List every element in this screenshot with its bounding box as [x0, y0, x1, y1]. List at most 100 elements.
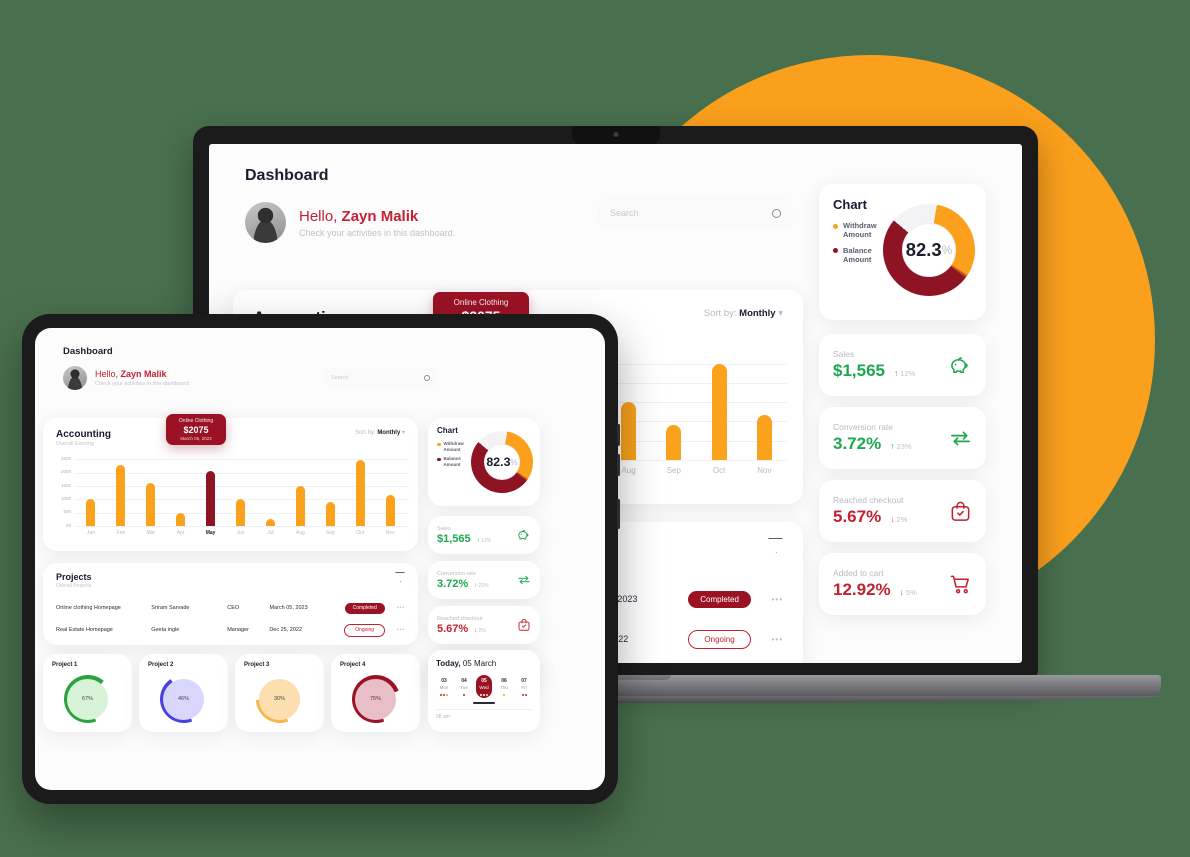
chevron-down-icon[interactable]: ▾ [778, 308, 783, 319]
tablet-power-button[interactable] [617, 499, 620, 529]
stat-delta-value: 2% [894, 515, 908, 524]
chart-y-tick: 1500 [60, 482, 71, 488]
project-progress-card[interactable]: Project 2 46% [139, 654, 228, 732]
stat-card-conversion-rate[interactable]: Conversion rate 3.72% ↑ 23% [819, 407, 986, 469]
donut-chart: 82.3% [883, 204, 975, 296]
stat-value-row: 5.67% ↓ 2% [833, 507, 907, 527]
stat-delta: ↓ 5% [900, 587, 917, 597]
legend-label-line1: Withdraw [843, 221, 877, 230]
tablet-volume-up-button[interactable] [617, 424, 620, 446]
status-badge[interactable]: Ongoing [344, 623, 385, 637]
event-dot [463, 694, 465, 696]
row-menu-icon[interactable]: ••• [385, 627, 405, 633]
table-row[interactable]: Real Estate Homepage Geeta ingle Manager De… [56, 619, 405, 641]
project-progress-card[interactable]: Project 1 67% [43, 654, 132, 732]
project-progress-card[interactable]: Project 3 30% [235, 654, 324, 732]
legend-color-dot [833, 248, 838, 254]
tablet-volume-down-button[interactable] [617, 454, 620, 476]
row-menu-icon[interactable]: ••• [751, 595, 783, 604]
project-progress-card[interactable]: Project 4 75% [331, 654, 420, 732]
tablet-breadcrumb: Dashboard [63, 346, 113, 357]
chart-bar[interactable] [666, 425, 682, 460]
legend-label: Balance Amount [444, 456, 461, 467]
calendar-day-selected[interactable]: 05 Wed [476, 675, 492, 698]
accounting-card: Accounting Overall Earning Sort by: Mont… [43, 414, 418, 551]
chart-x-tick: Oct [712, 466, 726, 475]
search-bar[interactable]: Search [598, 198, 793, 228]
stat-card-reached-checkout[interactable]: Reached checkout 5.67% ↓ 2% [819, 480, 986, 542]
stat-card-reached-checkout[interactable]: Reached checkout 5.67% ↓ 2% [428, 606, 540, 644]
filter-funnel-icon[interactable] [768, 538, 783, 553]
stat-card-text: Sales $1,565 ↑ 12% [833, 349, 915, 381]
calendar-day[interactable]: 07 Fri [516, 675, 532, 698]
chart-x-tick: Mar [146, 530, 156, 536]
status-badge[interactable]: Completed [344, 602, 385, 614]
search-bar[interactable]: Search [323, 368, 438, 388]
chart-x-tick: Jan [86, 530, 95, 536]
project-card-title: Project 1 [52, 662, 78, 668]
chart-gridline [76, 526, 408, 527]
legend-label-line2: Amount [443, 461, 461, 467]
chart-bar[interactable] [206, 470, 216, 526]
chart-bar[interactable] [265, 519, 275, 526]
legend-label: Withdraw Amount [444, 441, 464, 452]
chart-bar[interactable] [295, 486, 305, 526]
chart-bar[interactable] [385, 494, 395, 526]
stat-delta-value: 23% [477, 582, 489, 589]
calendar-day-event-dots [456, 692, 472, 696]
project-date: March 05, 2023 [269, 605, 308, 611]
calendar-day-name: Fri [521, 685, 527, 690]
calendar-day[interactable]: 06 Thu [496, 675, 512, 698]
status-badge[interactable]: Ongoing [688, 629, 751, 649]
calendar-scroll-indicator[interactable] [473, 702, 495, 704]
chart-bar[interactable] [146, 483, 156, 526]
search-input[interactable]: Search [610, 208, 639, 218]
chart-bar[interactable] [325, 502, 335, 526]
row-menu-icon[interactable]: ••• [751, 635, 783, 644]
search-icon[interactable] [424, 375, 430, 381]
calendar-day-event-dots [476, 692, 492, 696]
stat-card-sales[interactable]: Sales $1,565 ↑ 12% [819, 334, 986, 396]
search-input[interactable]: Search [331, 375, 348, 381]
calendar-day[interactable]: 03 Mon [436, 675, 452, 698]
avatar [245, 202, 286, 243]
project-card-title: Project 4 [340, 662, 366, 668]
table-row[interactable]: Online clothing Homepage Sriram Sarvade CE… [56, 597, 405, 619]
chart-y-tick: 500 [63, 509, 71, 515]
sort-by-control[interactable]: Sort by: Monthly ▾ [355, 429, 405, 436]
stat-delta-value: 2% [477, 627, 486, 634]
stat-value: 3.72% [437, 577, 469, 590]
row-menu-icon[interactable]: ••• [385, 605, 405, 611]
stat-delta: ↑ 12% [477, 538, 491, 544]
chart-bar[interactable] [116, 464, 126, 526]
sort-by-value: Monthly [377, 430, 401, 436]
chart-y-tick: 00 [65, 522, 71, 528]
sort-by-control[interactable]: Sort by: Monthly ▾ [704, 308, 783, 319]
stat-value: $1,565 [833, 361, 885, 380]
status-badge[interactable]: Completed [688, 590, 751, 608]
projects-subtitle: Overall Projects [56, 583, 92, 589]
donut-center: 82.3% [903, 224, 955, 276]
project-progress-card-list: Project 1 67% Project 2 46% Project 3 30% Proj… [43, 654, 423, 732]
stat-card-sales[interactable]: Sales $1,565 ↑ 12% [428, 516, 540, 554]
chart-bar[interactable] [355, 459, 365, 526]
chart-bar[interactable] [621, 402, 637, 460]
chart-bar[interactable] [711, 364, 727, 460]
stat-card-text: Conversion rate 3.72% ↑ 23% [833, 422, 912, 454]
stat-card-added-to-cart[interactable]: Added to cart 12.92% ↓ 5% [819, 553, 986, 615]
stat-card-conversion-rate[interactable]: Conversion rate 3.72% ↑ 23% [428, 561, 540, 599]
tablet-dashboard: Dashboard Hello, Zayn Malik Check your a… [35, 328, 605, 790]
search-icon[interactable] [772, 208, 781, 218]
chart-bar[interactable] [176, 513, 186, 526]
filter-funnel-icon[interactable] [395, 572, 405, 582]
chart-bar[interactable] [86, 499, 96, 526]
chart-bar[interactable] [756, 414, 772, 460]
sort-by-label: Sort by: [354, 430, 376, 436]
tooltip-label: Online Clothing [453, 298, 509, 307]
project-role: Manager [227, 627, 249, 633]
calendar-day[interactable]: 04 Tue [456, 675, 472, 698]
stat-delta: ↑ 12% [894, 368, 915, 378]
chevron-down-icon[interactable]: ▾ [402, 430, 405, 436]
chart-bar[interactable] [236, 498, 245, 526]
legend-label: Withdraw Amount [843, 221, 877, 240]
